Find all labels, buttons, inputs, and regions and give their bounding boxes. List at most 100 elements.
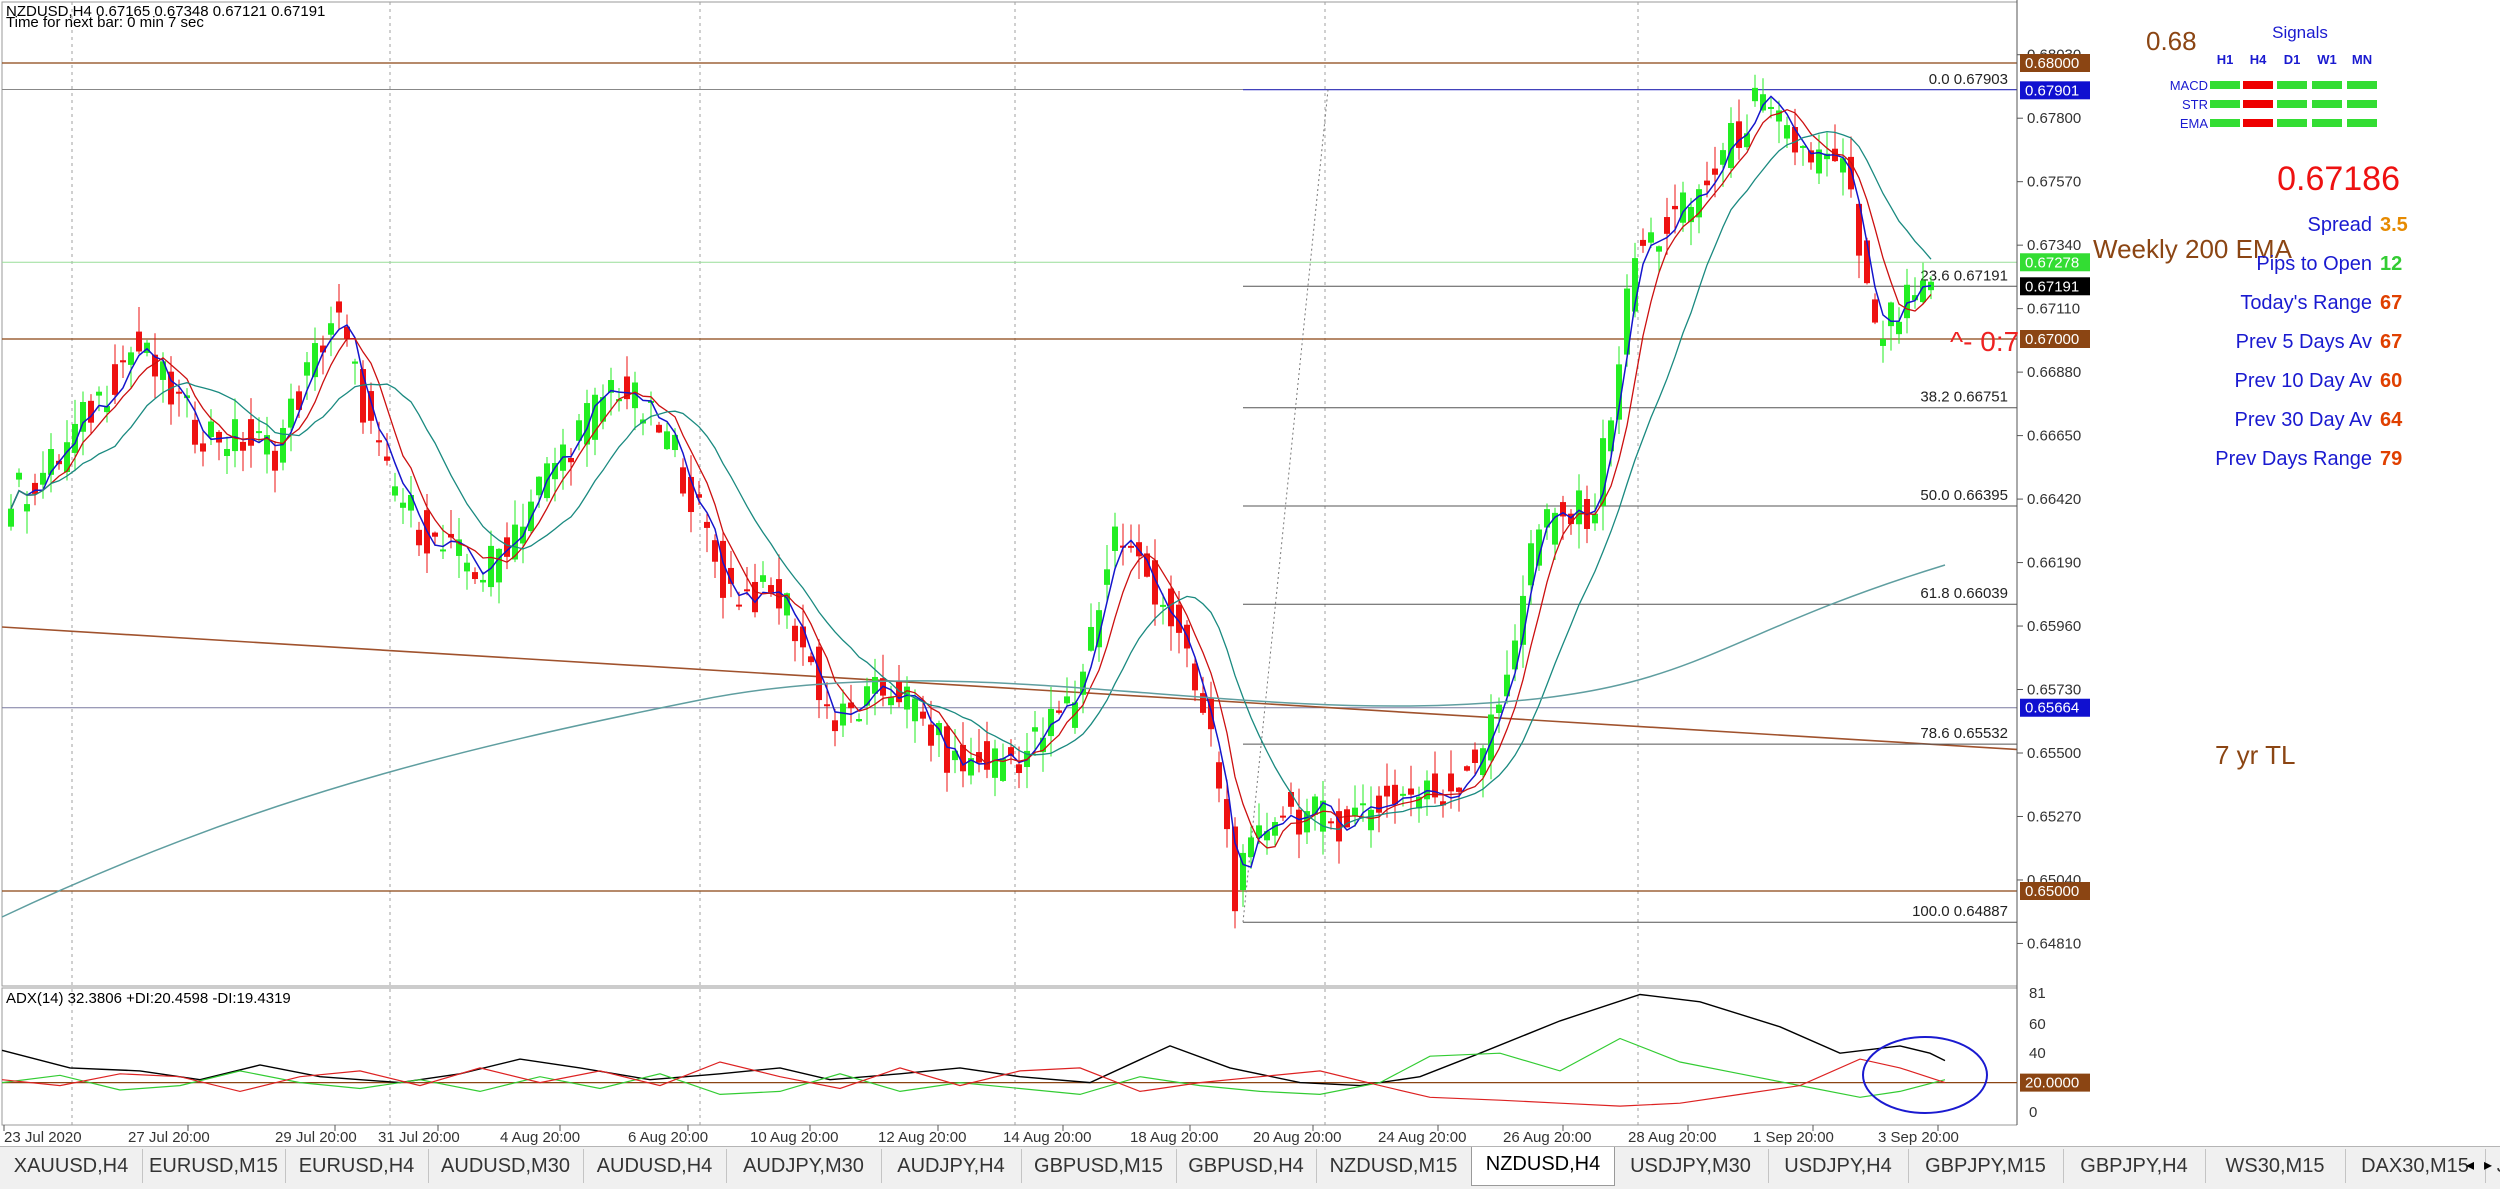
time-tick-label: 20 Aug 20:00: [1253, 1129, 1341, 1146]
signal-cell: [2277, 100, 2307, 108]
candle-body: [408, 494, 414, 511]
tab-scroll-left-icon[interactable]: ◂: [2466, 1155, 2474, 1175]
chart-tab[interactable]: DAX30,M15: [2345, 1149, 2486, 1183]
candle-body: [1880, 339, 1886, 346]
price-tick-label: 0.66880: [2027, 364, 2081, 381]
chart-tab[interactable]: AUDUSD,H4: [583, 1149, 727, 1183]
chart-tab[interactable]: GBPJPY,H4: [2063, 1149, 2206, 1183]
chart-tab[interactable]: WS30,M15: [2205, 1149, 2346, 1183]
chart-tab[interactable]: AUDJPY,M30: [726, 1149, 882, 1183]
candle-body: [1408, 788, 1414, 795]
info-row-value: 64: [2380, 409, 2403, 431]
candle-body: [504, 537, 510, 557]
time-tick-label: 26 Aug 20:00: [1503, 1129, 1591, 1146]
signal-cell: [2347, 100, 2377, 108]
candle-body: [360, 369, 366, 423]
info-row-value: 79: [2380, 448, 2402, 470]
candle-body: [792, 625, 798, 642]
adx-label: ADX(14) 32.3806 +DI:20.4598 -DI:19.4319: [6, 990, 291, 1007]
candle-body: [1464, 766, 1470, 771]
candle-body: [1872, 299, 1878, 323]
candle-body: [712, 540, 718, 562]
candle-body: [288, 398, 294, 428]
time-tick-label: 3 Sep 20:00: [1878, 1129, 1959, 1146]
price-axis-background: [2017, 0, 2500, 1146]
candle-body: [1736, 121, 1742, 148]
candle-body: [232, 419, 238, 452]
info-row-value: 3.5: [2380, 214, 2408, 236]
chart-tab[interactable]: AUDJPY,H4: [881, 1149, 1022, 1183]
adx-tick-label: 60: [2029, 1016, 2046, 1033]
candle-body: [760, 575, 766, 582]
candle-body: [1056, 710, 1062, 713]
price-badge-label: 0.67901: [2025, 82, 2079, 99]
candle-body: [208, 421, 214, 438]
price-tick-label: 0.65730: [2027, 682, 2081, 699]
candle-body: [824, 704, 830, 707]
time-tick-label: 24 Aug 20:00: [1378, 1129, 1466, 1146]
chart-tab[interactable]: GBPUSD,M15: [1021, 1149, 1177, 1183]
chart-tab[interactable]: AUDUSD,M30: [428, 1149, 584, 1183]
candle-body: [1648, 232, 1654, 243]
candle-body: [1456, 787, 1462, 792]
price-chart[interactable]: 0.0 0.6790323.6 0.6719138.2 0.6675150.0 …: [0, 0, 2500, 1146]
adx-plus-di-line: [1, 1037, 1946, 1098]
candle-body: [1360, 803, 1366, 806]
info-row-value: 60: [2380, 370, 2402, 392]
candle-body: [464, 562, 470, 572]
candle-body: [1712, 168, 1718, 175]
signal-cell: [2243, 119, 2273, 127]
candle-body: [1088, 626, 1094, 651]
chart-tab[interactable]: NZDUSD,M15: [1316, 1149, 1472, 1183]
candle-body: [136, 331, 142, 352]
candle-body: [744, 589, 750, 592]
candle-body: [1104, 569, 1110, 585]
tab-scroll-right-icon[interactable]: ▸: [2484, 1155, 2492, 1175]
time-tick-label: 10 Aug 20:00: [750, 1129, 838, 1146]
chart-tab[interactable]: EURUSD,H4: [285, 1149, 429, 1183]
signals-row-label: EMA: [2180, 116, 2209, 131]
long-moving-average: [1, 564, 1946, 918]
candle-body: [24, 504, 30, 512]
candle-body: [856, 719, 862, 722]
candle-body: [112, 364, 118, 395]
candle-body: [1704, 180, 1710, 186]
signal-cell: [2243, 81, 2273, 89]
candle-body: [832, 720, 838, 732]
adx-tick-label: 40: [2029, 1045, 2046, 1062]
candle-body: [1384, 785, 1390, 797]
candle-body: [912, 698, 918, 722]
candle-body: [416, 529, 422, 546]
fib-level-label: 50.0 0.66395: [1920, 487, 2008, 504]
candle-body: [1472, 749, 1478, 763]
chart-tab[interactable]: GBPJPY,M15: [1908, 1149, 2064, 1183]
time-tick-label: 1 Sep 20:00: [1753, 1129, 1834, 1146]
time-tick-label: 4 Aug 20:00: [500, 1129, 580, 1146]
signals-row-label: MACD: [2170, 78, 2208, 93]
candle-body: [1432, 773, 1438, 798]
candle-body: [200, 443, 206, 452]
candle-body: [392, 486, 398, 496]
chart-tab[interactable]: EURUSD,M15: [142, 1149, 286, 1183]
candle-body: [920, 711, 926, 719]
signal-cell: [2312, 119, 2342, 127]
price-tick-label: 0.65270: [2027, 808, 2081, 825]
chart-tab[interactable]: NZDUSD,H4: [1471, 1147, 1615, 1186]
chart-tab[interactable]: USDJPY,M30: [1613, 1149, 1769, 1183]
signal-cell: [2210, 119, 2240, 127]
candle-body: [1160, 604, 1166, 607]
candle-body: [704, 521, 710, 528]
price-tick-label: 0.66190: [2027, 555, 2081, 572]
candle-body: [1016, 764, 1022, 774]
chart-tab[interactable]: XAUUSD,H4: [0, 1149, 143, 1183]
chart-tab[interactable]: GBPUSD,H4: [1176, 1149, 1317, 1183]
signals-column-header: D1: [2284, 52, 2301, 67]
info-row-label: Prev 5 Days Av: [2236, 331, 2372, 353]
candle-body: [376, 440, 382, 443]
signal-cell: [2312, 81, 2342, 89]
candle-body: [1528, 543, 1534, 586]
time-tick-label: 31 Jul 20:00: [378, 1129, 460, 1146]
price-tick-label: 0.67110: [2027, 301, 2080, 318]
chart-tab[interactable]: USDJPY,H4: [1768, 1149, 1909, 1183]
time-tick-label: 12 Aug 20:00: [878, 1129, 966, 1146]
